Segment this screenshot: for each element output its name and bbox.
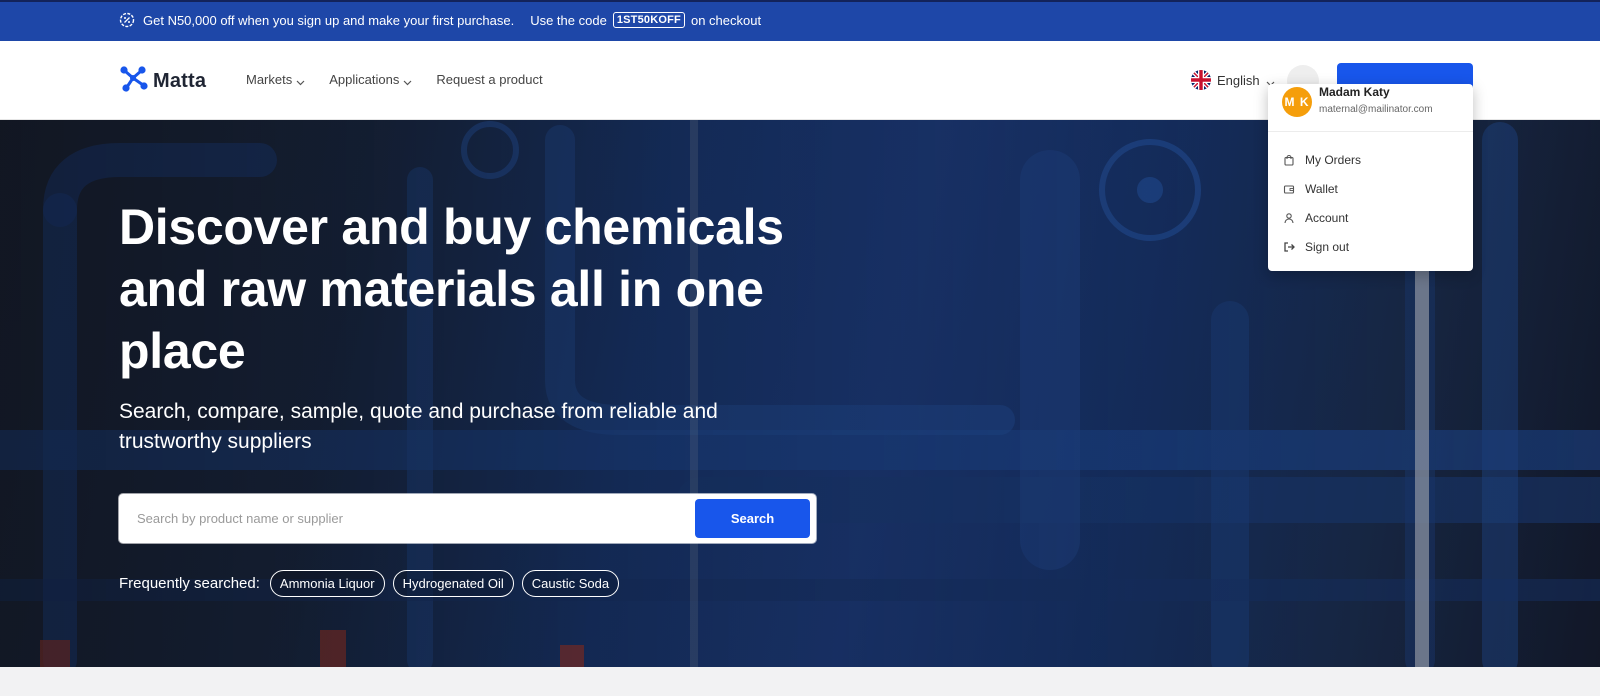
user-avatar: M K — [1282, 87, 1312, 117]
hero-title: Discover and buy chemicals and raw mater… — [119, 199, 784, 379]
menu-item-label: Wallet — [1305, 181, 1338, 196]
chevron-down-icon — [296, 75, 305, 86]
main-nav: Markets Applications Request a product — [246, 72, 543, 87]
promo-code-suffix: on checkout — [690, 12, 762, 28]
nav-label: Request a product — [436, 72, 543, 87]
chevron-down-icon — [403, 75, 412, 86]
page-below-fold — [0, 667, 1600, 696]
search-input[interactable] — [137, 494, 677, 543]
nav-label: Markets — [246, 72, 293, 87]
bag-icon — [1283, 154, 1295, 166]
search-bar: Search — [119, 494, 816, 543]
language-selector[interactable]: English — [1191, 70, 1275, 90]
menu-item-label: Account — [1305, 210, 1349, 225]
promo-text: Get N50,000 off when you sign up and mak… — [143, 12, 515, 28]
promo-code-badge: 1ST50KOFF — [612, 12, 685, 28]
menu-item-account[interactable]: Account — [1268, 203, 1473, 232]
wallet-icon — [1283, 183, 1295, 195]
search-chip[interactable]: Ammonia Liquor — [269, 570, 385, 597]
nav-applications[interactable]: Applications — [329, 72, 412, 87]
logo-text: Matta — [153, 70, 207, 92]
menu-item-label: Sign out — [1305, 239, 1350, 254]
hero-subtitle: Search, compare, sample, quote and purch… — [119, 400, 718, 453]
menu-item-sign-out[interactable]: Sign out — [1268, 232, 1473, 261]
nav-label: Applications — [329, 72, 400, 87]
uk-flag-icon — [1191, 70, 1211, 90]
language-label: English — [1217, 72, 1260, 88]
logo[interactable]: Matta — [119, 65, 206, 98]
user-icon — [1283, 212, 1295, 224]
user-name: Madam Katy — [1319, 85, 1390, 99]
search-chip[interactable]: Hydrogenated Oil — [392, 570, 514, 597]
menu-item-my-orders[interactable]: My Orders — [1268, 145, 1473, 174]
search-button[interactable]: Search — [695, 499, 810, 538]
user-menu-list: My Orders Wallet Account Sign out — [1268, 145, 1473, 261]
user-menu-dropdown: M K Madam Katy maternal@mailinator.com M… — [1268, 84, 1473, 271]
nav-markets[interactable]: Markets — [246, 72, 305, 87]
promo-code-prefix: Use the code — [530, 12, 607, 28]
frequently-searched: Frequently searched: Ammonia Liquor Hydr… — [119, 570, 620, 597]
discount-badge-icon — [119, 12, 135, 28]
user-email: maternal@mailinator.com — [1319, 104, 1433, 115]
sign-out-icon — [1283, 241, 1295, 253]
search-chip[interactable]: Caustic Soda — [521, 570, 620, 597]
menu-item-wallet[interactable]: Wallet — [1268, 174, 1473, 203]
logo-mark-icon — [119, 65, 149, 98]
promo-banner: Get N50,000 off when you sign up and mak… — [0, 0, 1600, 41]
nav-request-product[interactable]: Request a product — [436, 72, 542, 87]
menu-item-label: My Orders — [1305, 152, 1362, 167]
frequently-searched-label: Frequently searched: — [119, 575, 260, 592]
user-menu-header: M K Madam Katy maternal@mailinator.com — [1268, 84, 1473, 132]
